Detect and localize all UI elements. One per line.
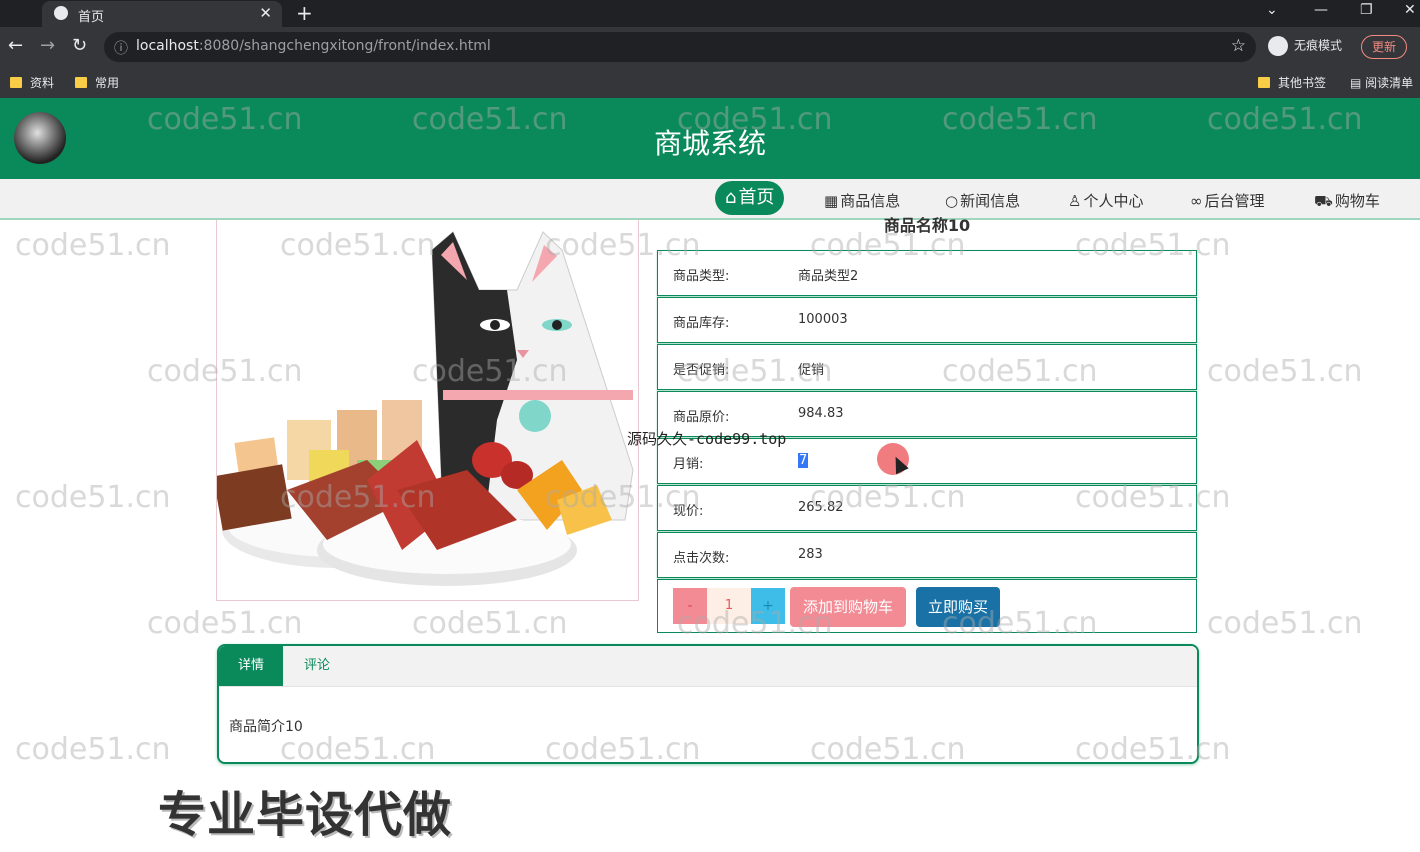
field-label: 月销: xyxy=(673,457,704,472)
field-label: 商品库存: xyxy=(673,316,730,331)
watermark: code51.cn xyxy=(280,228,436,263)
restore-icon[interactable]: ❐ xyxy=(1360,2,1373,18)
watermark: code51.cn xyxy=(412,354,568,389)
watermark: code51.cn xyxy=(412,606,568,641)
watermark: code51.cn xyxy=(545,480,701,515)
watermark: code51.cn xyxy=(810,480,966,515)
url-text: localhost:8080/shangchengxitong/front/in… xyxy=(136,38,491,54)
watermark: code51.cn xyxy=(412,102,568,137)
watermark: code51.cn xyxy=(147,606,303,641)
tab-detail[interactable]: 详情 xyxy=(219,646,283,686)
window-close-icon[interactable]: ✕ xyxy=(1404,2,1416,18)
forward-icon[interactable]: → xyxy=(40,35,55,56)
nav-goods[interactable]: ▦ 商品信息 xyxy=(824,190,900,211)
center-watermark: 源码久久-code99.top xyxy=(627,430,787,448)
bookmark-folder-changyong[interactable]: 常用 xyxy=(75,74,119,91)
home-icon: ⌂ xyxy=(725,187,737,208)
folder-icon xyxy=(1258,77,1270,88)
nav-cart[interactable]: ⛟ 购物车 xyxy=(1314,190,1380,212)
link-icon: ∞ xyxy=(1190,192,1203,210)
watermark: code51.cn xyxy=(1075,480,1231,515)
info-row-clicks: 点击次数: 283 xyxy=(657,532,1197,578)
watermark: code51.cn xyxy=(15,228,171,263)
watermark: code51.cn xyxy=(1075,732,1231,767)
tab-title: 首页 xyxy=(78,10,105,25)
info-row-stock: 商品库存: 100003 xyxy=(657,297,1197,343)
bookmarks-bar: 资料 常用 其他书签 ▤ 阅读清单 xyxy=(0,67,1420,98)
watermark: code51.cn xyxy=(15,480,171,515)
watermark: code51.cn xyxy=(942,354,1098,389)
watermark: code51.cn xyxy=(15,732,171,767)
field-value: 283 xyxy=(798,547,823,562)
watermark: code51.cn xyxy=(942,102,1098,137)
watermark: code51.cn xyxy=(280,480,436,515)
incognito-icon xyxy=(1268,36,1288,56)
field-value: 7 xyxy=(798,453,809,468)
goods-icon: ▦ xyxy=(824,192,839,210)
watermark: code51.cn xyxy=(677,102,833,137)
product-info-table: 商品名称10 商品类型: 商品类型2 商品库存: 100003 是否促销: 促销… xyxy=(657,216,1197,633)
watermark: code51.cn xyxy=(147,354,303,389)
watermark: code51.cn xyxy=(1207,606,1363,641)
new-tab-icon[interactable]: + xyxy=(296,1,313,25)
watermark: code51.cn xyxy=(810,732,966,767)
watermark: code51.cn xyxy=(545,732,701,767)
tab-search-icon[interactable]: ⌄ xyxy=(1266,2,1278,18)
reading-list-icon: ▤ xyxy=(1350,76,1366,90)
incognito-indicator[interactable]: 无痕模式 xyxy=(1268,36,1342,56)
watermark: code51.cn xyxy=(545,228,701,263)
snack-cat-illustration xyxy=(217,231,634,586)
browser-toolbar: ← → ↻ ⓘ localhost:8080/shangchengxitong/… xyxy=(0,27,1420,67)
watermark: code51.cn xyxy=(677,354,833,389)
folder-icon xyxy=(75,77,87,88)
product-image xyxy=(216,220,639,601)
folder-icon xyxy=(10,77,22,88)
watermark: code51.cn xyxy=(1075,228,1231,263)
reload-icon[interactable]: ↻ xyxy=(72,35,87,56)
selected-text: 7 xyxy=(798,453,809,468)
promo-banner-text: 专业毕设代做 xyxy=(158,787,453,843)
bookmark-folder-ziliao[interactable]: 资料 xyxy=(10,74,54,91)
field-label: 商品原价: xyxy=(673,410,730,425)
nav-news[interactable]: ○ 新闻信息 xyxy=(945,190,1020,211)
update-button[interactable]: 更新 xyxy=(1361,35,1408,59)
user-icon: ♙ xyxy=(1068,192,1082,210)
tab-comments[interactable]: 评论 xyxy=(283,646,351,686)
bookmark-star-icon[interactable]: ☆ xyxy=(1231,36,1246,56)
field-value: 100003 xyxy=(798,312,848,327)
address-bar[interactable]: ⓘ localhost:8080/shangchengxitong/front/… xyxy=(104,32,1256,62)
watermark: code51.cn xyxy=(942,606,1098,641)
nav-profile[interactable]: ♙ 个人中心 xyxy=(1068,190,1143,211)
field-value: 984.83 xyxy=(798,406,844,421)
bookmark-folder-other[interactable]: 其他书签 xyxy=(1258,74,1326,91)
browser-tabbar: 首页 ✕ + ⌄ — ❐ ✕ xyxy=(0,0,1420,27)
globe-icon xyxy=(54,6,68,20)
site-info-icon[interactable]: ⓘ xyxy=(114,38,128,58)
watermark: code51.cn xyxy=(810,228,966,263)
field-label: 商品类型: xyxy=(673,269,730,284)
nav-admin[interactable]: ∞ 后台管理 xyxy=(1190,190,1265,211)
news-icon: ○ xyxy=(945,192,959,210)
watermark: code51.cn xyxy=(1207,354,1363,389)
browser-tab[interactable]: 首页 ✕ xyxy=(42,1,282,27)
watermark: code51.cn xyxy=(280,732,436,767)
back-icon[interactable]: ← xyxy=(8,35,23,56)
field-value: 商品类型2 xyxy=(798,269,859,284)
close-tab-icon[interactable]: ✕ xyxy=(259,4,272,22)
watermark: code51.cn xyxy=(1207,102,1363,137)
nav-home[interactable]: ⌂ 首页 xyxy=(715,181,785,215)
field-label: 点击次数: xyxy=(673,551,730,566)
tabs-header: 详情 评论 xyxy=(219,646,1197,687)
watermark: code51.cn xyxy=(147,102,303,137)
cart-icon: ⛟ xyxy=(1314,192,1333,210)
watermark: code51.cn xyxy=(677,606,833,641)
reading-list[interactable]: ▤ 阅读清单 xyxy=(1350,74,1413,91)
minimize-icon[interactable]: — xyxy=(1314,2,1328,18)
